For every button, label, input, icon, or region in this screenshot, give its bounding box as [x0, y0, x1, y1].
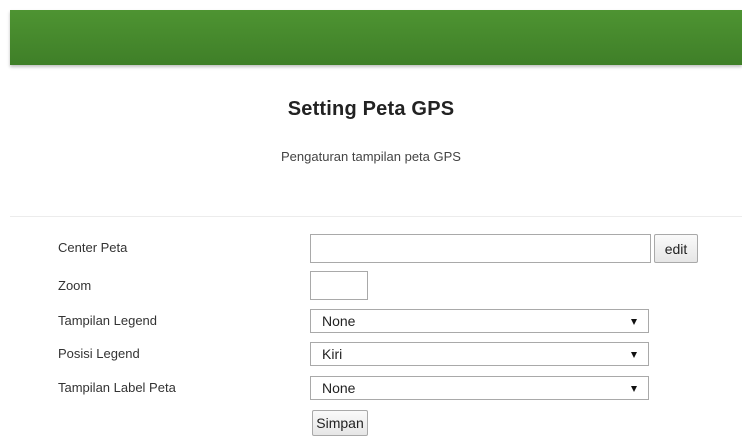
dropdown-arrow-icon	[631, 319, 637, 325]
legend-display-value: None	[322, 313, 356, 329]
save-button[interactable]: Simpan	[312, 410, 368, 436]
center-peta-input[interactable]	[310, 234, 651, 263]
legend-position-value: Kiri	[322, 346, 343, 362]
top-banner	[10, 10, 742, 65]
zoom-input[interactable]	[310, 271, 368, 300]
page-title: Setting Peta GPS	[287, 98, 455, 120]
legend-display-select[interactable]: None	[310, 309, 649, 333]
page-subtitle: Pengaturan tampilan peta GPS	[281, 149, 461, 164]
dropdown-arrow-icon	[631, 386, 637, 392]
edit-center-button[interactable]: edit	[654, 234, 698, 263]
legend-position-select[interactable]: Kiri	[310, 342, 649, 366]
map-label-display-label: Tampilan Label Peta	[58, 380, 176, 395]
legend-display-label: Tampilan Legend	[58, 313, 158, 328]
center-peta-label: Center Peta	[58, 240, 128, 255]
map-label-display-value: None	[322, 380, 356, 396]
map-label-display-select[interactable]: None	[310, 376, 649, 400]
dropdown-arrow-icon	[631, 352, 637, 358]
zoom-label: Zoom	[58, 278, 92, 293]
legend-position-label: Posisi Legend	[58, 346, 140, 361]
section-divider	[10, 216, 742, 217]
